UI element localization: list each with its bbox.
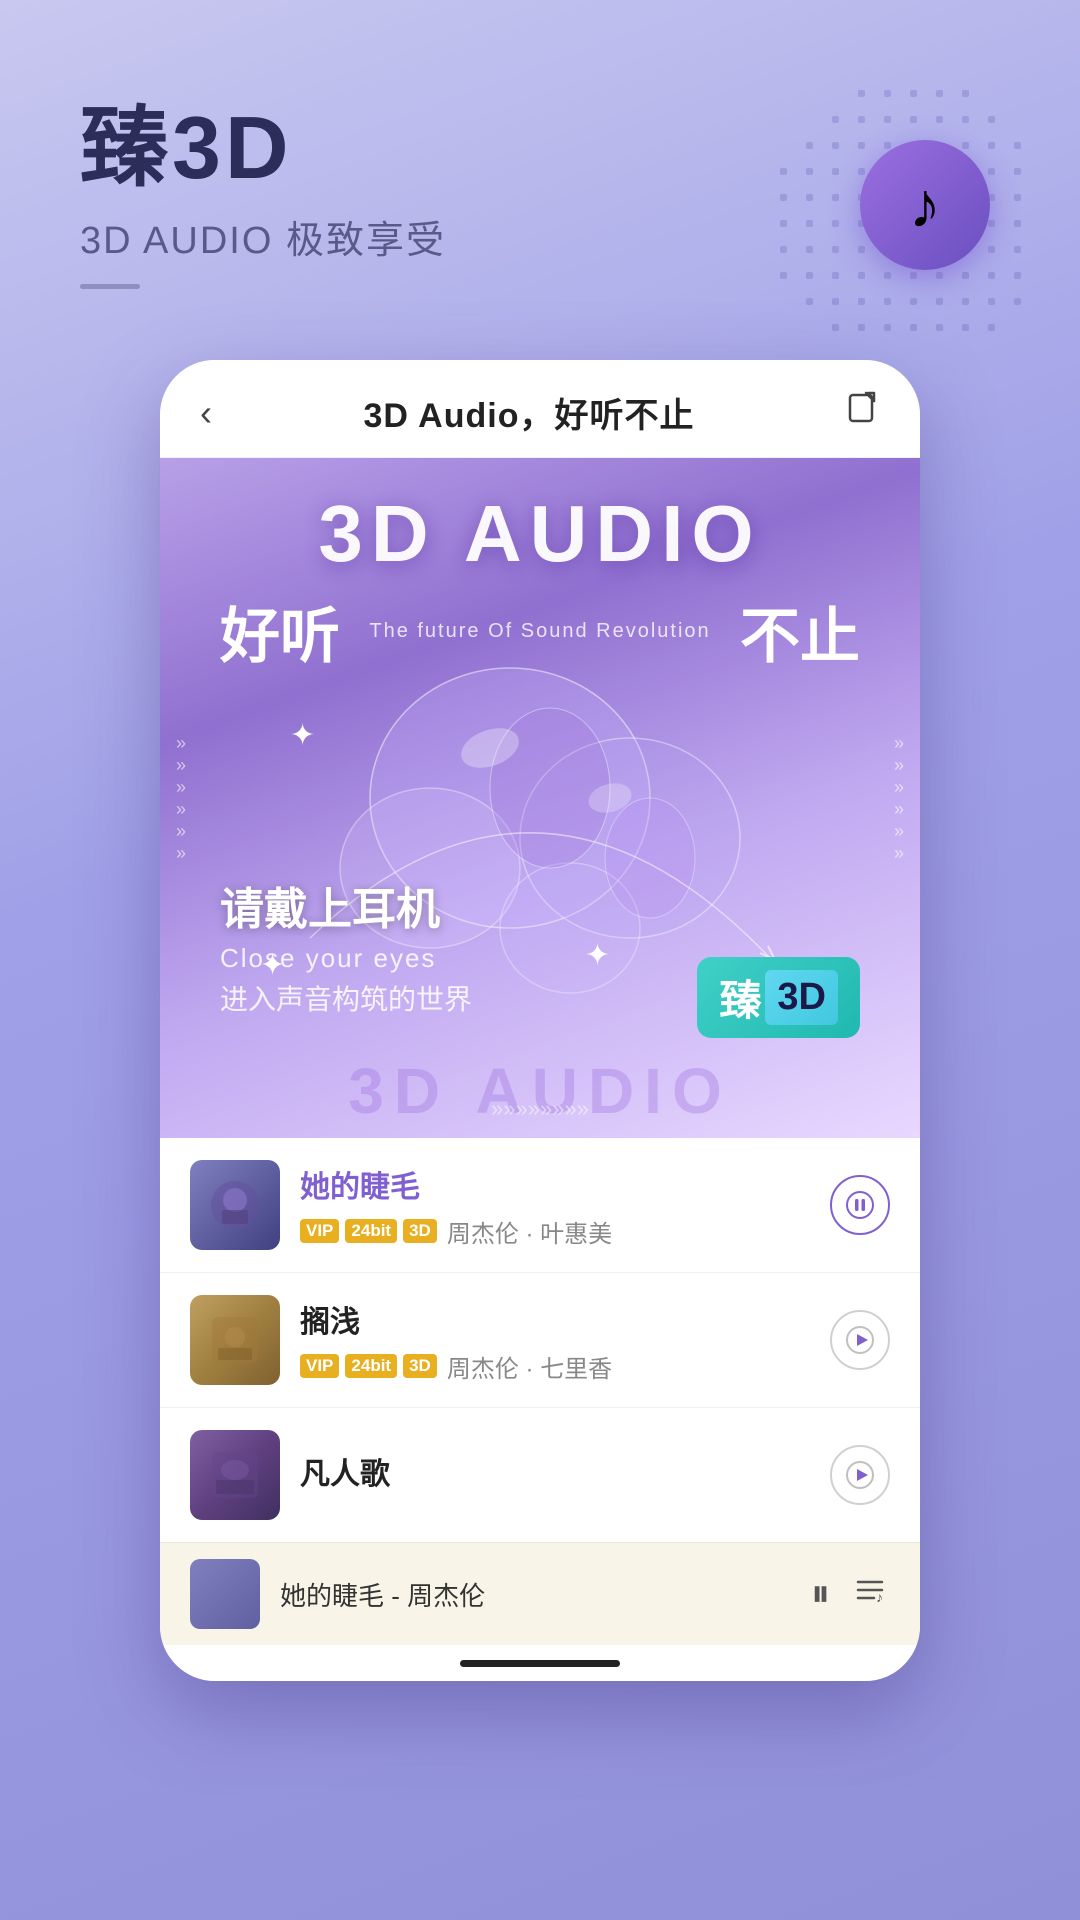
song-play-button-3[interactable] [830,1445,890,1505]
song-title-1: 她的睫毛 [300,1162,810,1206]
queue-button[interactable]: ♪ [854,1572,890,1616]
banner-close-eyes: Close your eyes [220,943,472,974]
header-divider [80,284,140,289]
tag-24bit-1: 24bit [345,1219,397,1243]
banner-bottom-section: 请戴上耳机 Close your eyes 进入声音构筑的世界 [220,873,472,1018]
now-playing-controls: ⏸ ♪ [811,1572,890,1616]
song-thumbnail-1 [190,1160,280,1250]
home-indicator [160,1645,920,1681]
share-button[interactable] [846,391,880,434]
music-badge: ♪ [860,140,990,270]
banner-main-title: 3D AUDIO [160,488,920,580]
tag-3d-1: 3D [403,1219,437,1243]
song-title-2: 搁浅 [300,1297,810,1341]
now-playing-bar: 她的睫毛 - 周杰伦 ⏸ ♪ [160,1542,920,1645]
page-title: 臻3D [80,100,446,197]
song-thumbnail-2 [190,1295,280,1385]
song-item-1: 她的睫毛 VIP 24bit 3D 周杰伦 · 叶惠美 [160,1138,920,1273]
song-item-3: 凡人歌 [160,1408,920,1542]
zhen3d-label: 臻 [719,967,761,1028]
song-play-button-1[interactable] [830,1175,890,1235]
zhen3d-3d-label: 3D [765,970,838,1025]
tag-vip-1: VIP [300,1219,339,1243]
phone-header: ‹ 3D Audio，好听不止 [160,360,920,458]
header-area: 臻3D 3D AUDIO 极致享受 [80,100,446,289]
phone-nav-title: 3D Audio，好听不止 [364,388,695,437]
right-arrows-decoration: » » » » » » [894,734,904,862]
tag-3d-2: 3D [403,1354,437,1378]
song-item-2: 搁浅 VIP 24bit 3D 周杰伦 · 七里香 [160,1273,920,1408]
now-playing-thumbnail [190,1559,260,1629]
left-arrows-decoration: » » » » » » [176,734,186,862]
song-thumbnail-3 [190,1430,280,1520]
song-title-3: 凡人歌 [300,1449,810,1493]
svg-text:♪: ♪ [876,1589,883,1605]
pause-button[interactable]: ⏸ [811,1573,830,1616]
zhen3d-badge: 臻 3D [697,957,860,1038]
song-tags-1: VIP 24bit 3D 周杰伦 · 叶惠美 [300,1214,810,1249]
song-artist-2: 周杰伦 · 七里香 [447,1349,612,1384]
song-info-1: 她的睫毛 VIP 24bit 3D 周杰伦 · 叶惠美 [300,1162,810,1249]
song-tags-2: VIP 24bit 3D 周杰伦 · 七里香 [300,1349,810,1384]
bottom-chevrons: »»»»»»»» [491,1096,589,1122]
song-artist-1: 周杰伦 · 叶惠美 [447,1214,612,1249]
song-list: 她的睫毛 VIP 24bit 3D 周杰伦 · 叶惠美 [160,1138,920,1542]
banner-headphone-text: 请戴上耳机 [220,873,472,937]
song-info-2: 搁浅 VIP 24bit 3D 周杰伦 · 七里香 [300,1297,810,1384]
music-note-icon: ♪ [909,168,941,242]
phone-mockup: ‹ 3D Audio，好听不止 » » » » » » » » » » » [160,360,920,1681]
song-info-3: 凡人歌 [300,1449,810,1501]
sparkle-1: ✦ [290,718,315,753]
now-playing-info: 她的睫毛 - 周杰伦 [280,1576,791,1613]
banner-enter-world: 进入声音构筑的世界 [220,978,472,1018]
tag-24bit-2: 24bit [345,1354,397,1378]
home-bar [460,1660,620,1667]
sparkle-3: ✦ [585,938,610,973]
back-button[interactable]: ‹ [200,392,212,434]
page-subtitle: 3D AUDIO 极致享受 [80,209,446,264]
tag-vip-2: VIP [300,1354,339,1378]
now-playing-title: 她的睫毛 - 周杰伦 [280,1576,791,1613]
song-play-button-2[interactable] [830,1310,890,1370]
album-banner: » » » » » » » » » » » » 3D AUDIO 好听 The … [160,458,920,1138]
